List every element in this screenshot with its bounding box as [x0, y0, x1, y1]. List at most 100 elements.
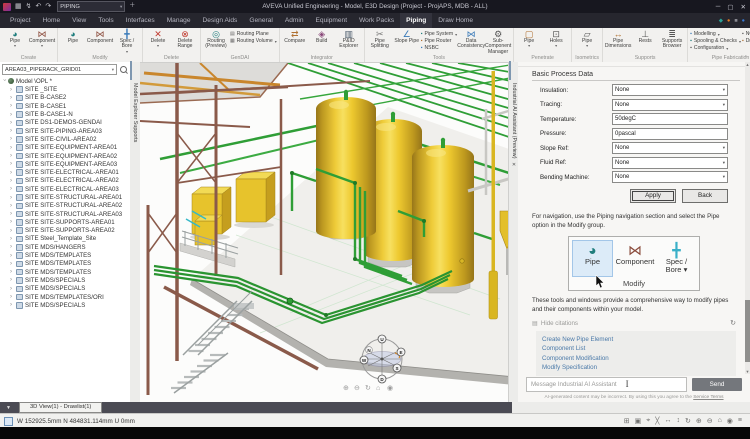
- circle-status-icon[interactable]: ●: [727, 18, 730, 24]
- home-view-icon[interactable]: ⌂: [718, 417, 722, 425]
- tree-item[interactable]: ›SITE SITE-STRUCTURAL-AREA01: [2, 193, 130, 201]
- tree-item[interactable]: ›SITE MDS/TEMPLATES: [2, 268, 130, 276]
- link-icon[interactable]: ↯: [26, 3, 32, 10]
- tab-design-aids[interactable]: Design Aids: [197, 13, 244, 28]
- tree-item[interactable]: ›SITE MDS/HANGERS: [2, 243, 130, 251]
- temperature-input[interactable]: 50degC: [612, 113, 728, 125]
- apply-button[interactable]: Apply: [630, 189, 676, 203]
- explorer-search-input[interactable]: AREA03_PIPERACK_GRID01 ▾: [2, 64, 117, 75]
- tree-item[interactable]: ›SITE B-CASE1: [2, 102, 130, 110]
- tree-item[interactable]: ›SITE SITE-EQUIPMENT-AREA03: [2, 160, 130, 168]
- zoom-in-icon[interactable]: ⊕: [696, 417, 702, 425]
- chevron-collapsed-icon[interactable]: ›: [10, 170, 14, 176]
- citation-link[interactable]: Component List: [542, 344, 730, 353]
- pan-vertical-icon[interactable]: ↕: [676, 417, 680, 425]
- modelling-button[interactable]: ▪Modelling▾: [690, 31, 741, 37]
- chevron-collapsed-icon[interactable]: ›: [10, 178, 14, 184]
- assistant-icon[interactable]: [509, 61, 511, 80]
- close-button[interactable]: ✕: [741, 3, 746, 11]
- citation-link[interactable]: Component Modification: [542, 354, 730, 363]
- insulation-select[interactable]: None▾: [612, 84, 728, 96]
- 3d-viewport[interactable]: U D W S E N ⊕ ⊖: [140, 62, 508, 403]
- tree-item[interactable]: ›SITE SITE-EQUIPMENT-AREA01: [2, 144, 130, 152]
- pipe-dimensions-button[interactable]: ↔Pipe Dimensions: [605, 29, 631, 50]
- tree-item[interactable]: ›SITE SITE-STRUCTURAL-AREA02: [2, 202, 130, 210]
- restore-button[interactable]: ▢: [727, 3, 733, 11]
- home-view-icon[interactable]: ⌂: [376, 385, 380, 392]
- spec-bore-tile[interactable]: ╋Spec / Bore ▾: [657, 240, 696, 277]
- pin-icon[interactable]: [130, 61, 132, 80]
- tab-view[interactable]: View: [66, 13, 92, 28]
- tree-item[interactable]: ›SITE SITE-PIPING-AREA03: [2, 127, 130, 135]
- pid-explorer-button[interactable]: ▥P&ID Explorer: [336, 29, 362, 50]
- pipe-system-button[interactable]: ▪Pipe System▾: [421, 31, 457, 37]
- tab-industrial-ai-assistant[interactable]: Industrial AI Assistant (Preview): [511, 83, 517, 159]
- tree-item[interactable]: ›SITE SITE-STRUCTURAL-AREA03: [2, 210, 130, 218]
- routing-plane-button[interactable]: ▤Routing Plane: [230, 31, 277, 37]
- data-consistency-button[interactable]: ⋈Data Consistency: [458, 29, 484, 50]
- save-icon[interactable]: ▦: [15, 3, 22, 10]
- diamond-status-icon[interactable]: ◆: [719, 18, 723, 24]
- tab-project[interactable]: Project: [4, 13, 37, 28]
- tree-item[interactable]: ›SITE MDS/SPECIALS: [2, 301, 130, 309]
- tree-root[interactable]: › Model \OPL *: [2, 77, 130, 86]
- tree-item[interactable]: ›SITE MDS/TEMPLATES: [2, 251, 130, 259]
- orbit-icon[interactable]: ◉: [387, 385, 393, 392]
- nc-data-button[interactable]: ▪NC Data: [742, 31, 750, 37]
- chevron-collapsed-icon[interactable]: ›: [10, 253, 14, 259]
- chevron-collapsed-icon[interactable]: ›: [10, 277, 14, 283]
- workspace-combo[interactable]: PIPING ▾: [57, 1, 125, 12]
- redo-icon[interactable]: ↷: [45, 3, 51, 10]
- tree-item[interactable]: ›SITE SITE-ELECTRICAL-AREA02: [2, 177, 130, 185]
- chevron-collapsed-icon[interactable]: ›: [10, 244, 14, 250]
- holes-button[interactable]: ⊡Holes▾: [543, 29, 569, 48]
- chevron-collapsed-icon[interactable]: ›: [10, 95, 14, 101]
- pressure-input[interactable]: 0pascal: [612, 128, 728, 140]
- undo-icon[interactable]: ↶: [36, 3, 42, 10]
- scroll-up-icon[interactable]: ▲: [745, 62, 750, 67]
- ribbon-collapse-icon[interactable]: ⌃: [744, 55, 748, 61]
- chevron-collapsed-icon[interactable]: ›: [10, 186, 14, 192]
- tree-item[interactable]: ›SITE SITE-EQUIPMENT-AREA02: [2, 152, 130, 160]
- delete-range-button[interactable]: ⊗Delete Range: [172, 29, 198, 50]
- chevron-expanded-icon[interactable]: ›: [1, 79, 7, 83]
- tab-tools[interactable]: Tools: [92, 13, 119, 28]
- clip-icon[interactable]: ╳: [655, 417, 659, 425]
- orbit-icon[interactable]: ◉: [727, 417, 733, 425]
- routing-preview-button[interactable]: ◎Routing (Preview): [203, 29, 229, 50]
- chevron-collapsed-icon[interactable]: ›: [10, 269, 14, 275]
- bending-machine-select[interactable]: None▾: [612, 171, 728, 183]
- chevron-collapsed-icon[interactable]: ›: [10, 219, 14, 225]
- chevron-collapsed-icon[interactable]: ›: [10, 294, 14, 300]
- tab-piping[interactable]: Piping: [400, 13, 432, 28]
- tree-item[interactable]: ›SITE MDS/TEMPLATES/ORI: [2, 293, 130, 301]
- chevron-collapsed-icon[interactable]: ›: [10, 211, 14, 217]
- tree-item[interactable]: ›SITE MDS/SPECIALS: [2, 276, 130, 284]
- minimize-button[interactable]: ─: [716, 3, 721, 10]
- chevron-collapsed-icon[interactable]: ›: [10, 302, 14, 308]
- tab-home[interactable]: Home: [37, 13, 67, 28]
- grid-icon[interactable]: ⊞: [624, 417, 630, 425]
- pipe-router-button[interactable]: ▪Pipe Router: [421, 38, 457, 44]
- component-modify-button[interactable]: ⋈Component: [87, 29, 113, 44]
- tree-item[interactable]: ›SITE MDS/SPECIALS: [2, 285, 130, 293]
- chevron-collapsed-icon[interactable]: ›: [10, 153, 14, 159]
- spec-bore-button[interactable]: ╋Spec / Bore▾: [114, 29, 140, 54]
- citation-link[interactable]: Create New Pipe Element: [542, 335, 730, 344]
- chevron-collapsed-icon[interactable]: ›: [10, 286, 14, 292]
- chevron-collapsed-icon[interactable]: ›: [10, 87, 14, 93]
- slope-ref-select[interactable]: None▾: [612, 142, 728, 154]
- layers-icon[interactable]: ≡: [738, 417, 742, 425]
- rotate-icon[interactable]: ↻: [685, 417, 691, 425]
- send-button[interactable]: Send: [692, 378, 742, 391]
- fluid-ref-select[interactable]: None▾: [612, 157, 728, 169]
- citation-link[interactable]: Modify Specification: [542, 363, 730, 372]
- pan-horizontal-icon[interactable]: ↔: [664, 417, 671, 425]
- tab-equipment[interactable]: Equipment: [310, 13, 354, 28]
- compass-south[interactable]: S: [395, 366, 398, 371]
- pipe-create-button[interactable]: ◕Pipe▾: [2, 29, 28, 48]
- chevron-collapsed-icon[interactable]: ›: [10, 136, 14, 142]
- pipe-splitting-button[interactable]: ✂Pipe Splitting: [367, 29, 393, 50]
- configuration-button[interactable]: ▪Configuration▾: [690, 45, 741, 51]
- search-button[interactable]: [118, 65, 128, 75]
